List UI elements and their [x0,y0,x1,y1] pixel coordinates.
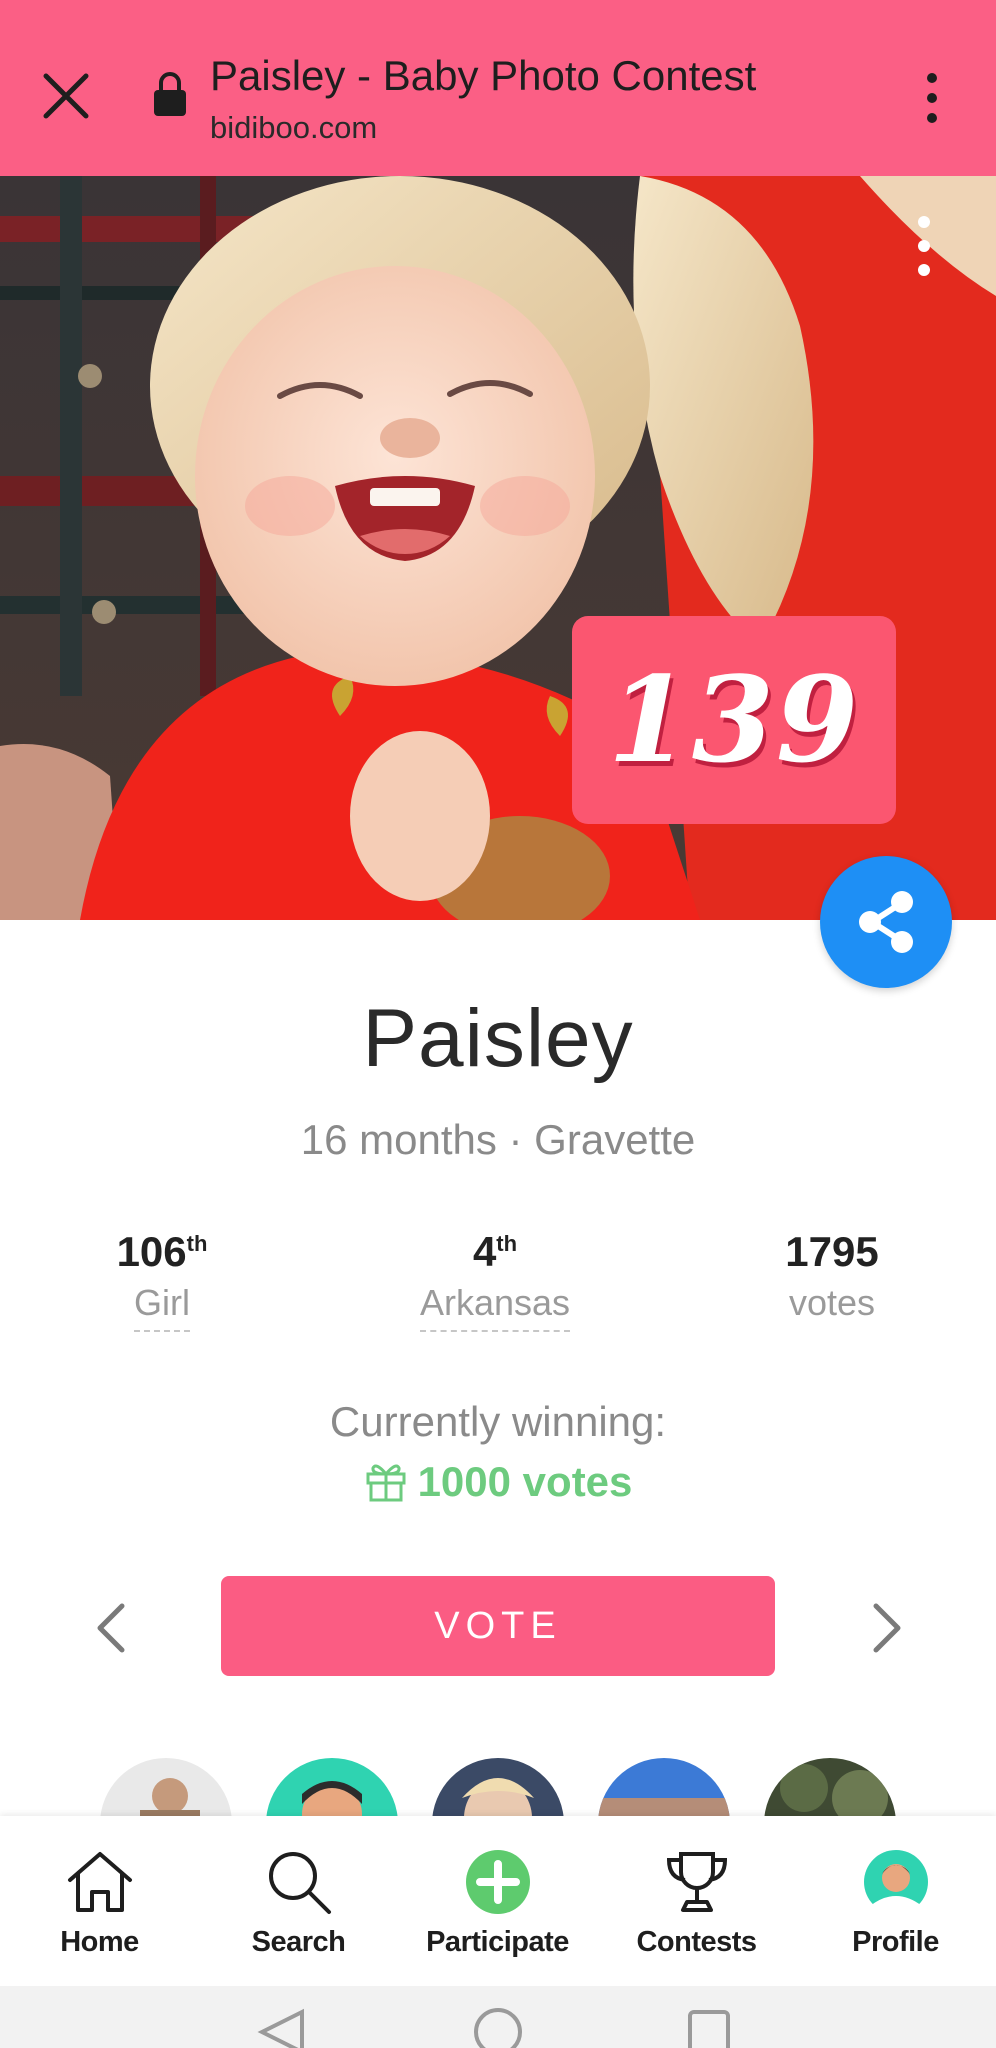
nav-participate[interactable]: Participate [398,1816,597,1986]
winning-prize-value: 1000 votes [417,1458,633,1505]
nav-contests[interactable]: Contests [597,1816,796,1986]
winning-label: Currently winning: [329,1398,667,1445]
trophy-icon [666,1852,728,1912]
chevron-left-icon[interactable] [88,1600,136,1656]
contestant-avatar[interactable] [598,1758,730,1816]
nav-profile[interactable]: Profile [796,1816,995,1986]
share-icon [859,891,913,953]
contestant-avatar[interactable] [764,1758,896,1816]
contestant-avatar[interactable] [432,1758,564,1816]
contestant-avatar[interactable] [266,1758,398,1816]
add-circle-icon [466,1850,530,1914]
nav-home-label: Home [60,1926,139,1958]
nav-search[interactable]: Search [199,1816,398,1986]
state-rank-suffix: th [496,1231,518,1256]
nav-profile-label: Profile [852,1926,939,1958]
browser-top-bar: Paisley - Baby Photo Contest bidiboo.com [0,0,996,176]
chevron-right-icon[interactable] [862,1600,910,1656]
gift-icon [366,1464,406,1502]
winning-prize: 1000 votes [0,1458,996,1506]
stat-girl-rank[interactable]: 106th Girl [32,1228,292,1332]
more-vert-icon[interactable] [912,70,952,126]
system-back-icon[interactable] [257,2008,304,2048]
avatar-icon [864,1850,928,1916]
close-icon[interactable] [40,70,92,122]
girl-rank-value: 106 [116,1228,187,1275]
girl-rank-suffix: th [186,1231,208,1256]
contestant-avatar[interactable] [100,1758,232,1816]
vote-button[interactable]: VOTE [221,1576,775,1676]
nav-search-label: Search [251,1926,346,1958]
stat-state-rank[interactable]: 4th Arkansas [365,1228,625,1332]
contestant-avatars [0,1758,996,1816]
nav-home[interactable]: Home [0,1816,199,1986]
rank-badge-number: 139 [607,650,861,789]
rank-badge: 139 [572,616,896,824]
photo-menu-icon[interactable] [908,214,940,278]
votes-label: votes [788,1282,876,1323]
nav-contests-label: Contests [636,1926,757,1958]
system-home-icon[interactable] [474,2008,522,2048]
share-button[interactable] [820,856,952,988]
page-url[interactable]: bidiboo.com [210,110,377,146]
lock-icon [154,72,186,116]
votes-value: 1795 [785,1228,879,1275]
state-rank-label[interactable]: Arkansas [419,1282,571,1332]
system-navigation-bar [0,1986,996,2048]
girl-rank-label[interactable]: Girl [134,1282,190,1332]
nav-participate-label: Participate [426,1926,569,1958]
bottom-navigation: Home Search Participate Contests Profile [0,1816,996,1986]
state-rank-value: 4 [472,1228,497,1275]
contestant-name: Paisley [362,993,634,1084]
page-title[interactable]: Paisley - Baby Photo Contest [210,52,756,100]
search-icon [269,1852,331,1914]
home-icon [68,1852,132,1912]
contestant-details: 16 months · Gravette [300,1116,696,1163]
system-recents-icon[interactable] [688,2010,730,2048]
stat-votes: 1795 votes [702,1228,962,1330]
